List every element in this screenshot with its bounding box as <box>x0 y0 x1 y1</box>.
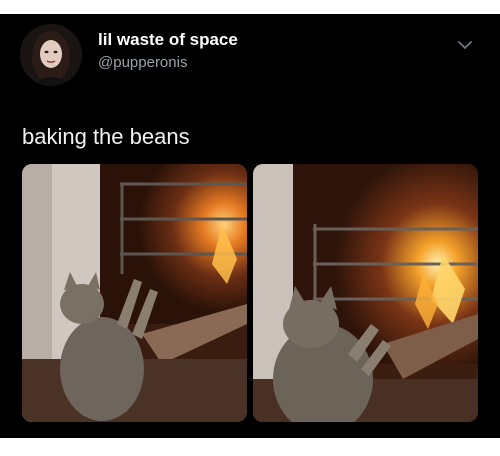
tweet-card: lil waste of space @pupperonis baking th… <box>0 14 500 438</box>
avatar-portrait-icon <box>20 24 82 86</box>
tweet-photo-2[interactable] <box>253 164 478 422</box>
tweet-photo-1[interactable] <box>22 164 247 422</box>
avatar[interactable] <box>20 24 82 86</box>
chevron-down-icon[interactable] <box>456 36 474 54</box>
cat-by-fireplace-closeup-photo <box>253 164 478 422</box>
tweet-text: baking the beans <box>22 124 190 149</box>
display-name[interactable]: lil waste of space <box>98 30 238 50</box>
cat-by-fireplace-photo <box>22 164 247 422</box>
user-handle[interactable]: @pupperonis <box>98 54 187 71</box>
